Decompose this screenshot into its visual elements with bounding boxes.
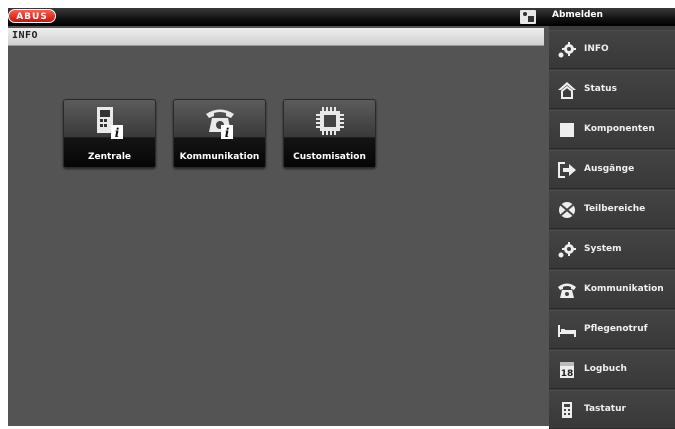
- sidebar-item-komponenten[interactable]: Komponenten: [549, 110, 675, 149]
- sidebar-item-label: Logbuch: [584, 364, 627, 374]
- main-area: i Zentrale i Kommunikation Customisation: [8, 46, 544, 426]
- chip-icon: [315, 107, 344, 135]
- sidebar-item-label: Tastatur: [584, 404, 626, 414]
- abus-logo: ABUS: [8, 9, 56, 23]
- sidebar-item-ausgaenge[interactable]: Ausgänge: [549, 150, 675, 189]
- sidebar-item-tastatur[interactable]: Tastatur: [549, 390, 675, 429]
- sidebar-item-info[interactable]: INFO: [549, 30, 675, 69]
- sidebar-item-label: Ausgänge: [584, 164, 635, 174]
- tile-label: Zentrale: [87, 152, 132, 162]
- keypad-icon: [562, 402, 572, 418]
- logout-button[interactable]: Abmelden: [549, 8, 675, 26]
- sidebar-item-label: Teilbereiche: [584, 204, 646, 214]
- sidebar-menu: INFO Status Komponenten Ausgänge Teilber…: [549, 26, 675, 429]
- sidebar-item-label: INFO: [584, 44, 609, 54]
- telephone-icon: [558, 283, 576, 298]
- sidebar-item-label: Pflegenotruf: [584, 324, 648, 334]
- calendar-day: 18: [561, 369, 574, 379]
- pie-icon: [559, 202, 575, 218]
- telephone-info-icon: i: [205, 109, 234, 140]
- svg-text:i: i: [224, 126, 229, 140]
- square-icon: [560, 123, 574, 137]
- page-title-bar: INFO: [8, 28, 544, 46]
- sidebar-item-label: Status: [584, 84, 617, 94]
- svg-text:i: i: [114, 126, 119, 140]
- sidebar-item-system[interactable]: System: [549, 230, 675, 269]
- sidebar-item-teilbereiche[interactable]: Teilbereiche: [549, 190, 675, 229]
- sidebar-item-logbuch[interactable]: 18 Logbuch: [549, 350, 675, 389]
- sidebar-item-label: Kommunikation: [584, 284, 664, 294]
- user-switch-icon[interactable]: [520, 10, 536, 24]
- sidebar-item-label: System: [584, 244, 622, 254]
- sidebar-item-pflegenotruf[interactable]: Pflegenotruf: [549, 310, 675, 349]
- tile-customisation[interactable]: Customisation: [283, 99, 376, 168]
- tile-zentrale[interactable]: i Zentrale: [63, 99, 156, 168]
- calendar-icon: 18: [560, 362, 574, 379]
- bed-icon: [558, 325, 576, 337]
- gears-icon: [558, 42, 576, 58]
- top-bar: ABUS Abmelden: [8, 8, 675, 26]
- sidebar-item-status[interactable]: Status: [549, 70, 675, 109]
- app-window: ABUS Abmelden INFO i Zentrale i Kommunik…: [8, 8, 675, 429]
- house-icon: [558, 82, 576, 99]
- tile-kommunikation[interactable]: i Kommunikation: [173, 99, 266, 168]
- tile-label: Kommunikation: [179, 152, 260, 162]
- page-title: INFO: [12, 30, 39, 41]
- control-panel-info-icon: i: [96, 107, 123, 140]
- sidebar-item-label: Komponenten: [584, 124, 655, 134]
- tile-label: Customisation: [293, 152, 366, 162]
- arrow-out-icon: [558, 162, 576, 178]
- sidebar-item-kommunikation[interactable]: Kommunikation: [549, 270, 675, 309]
- gears-icon: [558, 242, 576, 258]
